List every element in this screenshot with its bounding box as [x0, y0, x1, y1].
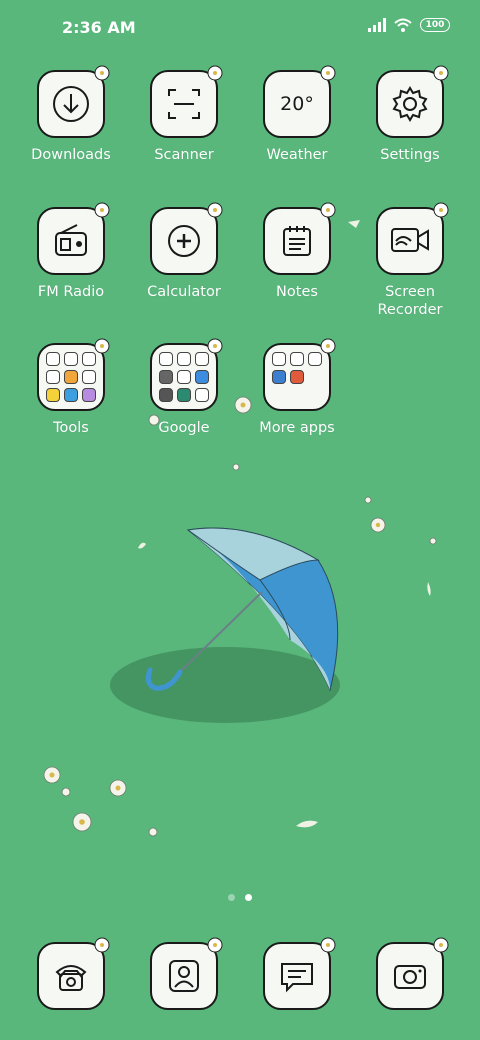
battery-indicator: 100: [420, 18, 450, 32]
app-settings[interactable]: Settings: [355, 65, 465, 164]
app-label: Downloads: [31, 147, 111, 163]
app-weather[interactable]: 20° Weather: [242, 65, 352, 164]
app-label: Settings: [380, 147, 440, 163]
flower-badge-icon: [433, 202, 449, 218]
dock-camera[interactable]: [355, 937, 465, 1010]
notes-icon: [283, 226, 311, 256]
folder-google[interactable]: Google: [129, 338, 239, 437]
flower-badge-icon: [207, 202, 223, 218]
flower-badge-icon: [207, 338, 223, 354]
app-label: Calculator: [147, 284, 221, 300]
flower-badge-icon: [320, 202, 336, 218]
app-scanner[interactable]: Scanner: [129, 65, 239, 164]
app-downloads[interactable]: Downloads: [16, 65, 126, 164]
dock-contacts[interactable]: [129, 937, 239, 1010]
dock-phone[interactable]: [16, 937, 126, 1010]
app-fm-radio[interactable]: FM Radio: [16, 202, 126, 301]
app-label: FM Radio: [37, 284, 105, 300]
tools-folder-icon: [46, 352, 96, 402]
messages-icon: [281, 963, 313, 993]
app-label: Google: [158, 420, 210, 436]
camera-icon: [394, 965, 426, 989]
app-label: Screen Recorder: [377, 284, 443, 318]
dock-messages[interactable]: [242, 937, 352, 1010]
more-apps-folder-icon: [272, 352, 322, 402]
flower-badge-icon: [320, 65, 336, 81]
flower-badge-icon: [94, 202, 110, 218]
app-label: More apps: [259, 420, 335, 436]
page-dot[interactable]: [228, 894, 235, 901]
wifi-icon: [394, 18, 412, 32]
flower-badge-icon: [433, 65, 449, 81]
flower-badge-icon: [320, 937, 336, 953]
signal-icon: [368, 18, 386, 32]
page-dot-active[interactable]: [245, 894, 252, 901]
app-notes[interactable]: Notes: [242, 202, 352, 301]
radio-icon: [55, 224, 87, 256]
app-label: Weather: [266, 147, 328, 163]
flower-badge-icon: [207, 65, 223, 81]
google-folder-icon: [159, 352, 209, 402]
flower-badge-icon: [94, 65, 110, 81]
weather-icon: 20°: [280, 93, 314, 115]
phone-icon: [55, 965, 87, 991]
app-screen-recorder[interactable]: Screen Recorder: [355, 202, 465, 319]
flower-badge-icon: [433, 937, 449, 953]
flower-badge-icon: [207, 937, 223, 953]
gear-icon: [392, 86, 428, 122]
folder-more-apps[interactable]: More apps: [242, 338, 352, 437]
contacts-icon: [169, 960, 199, 992]
app-label: Tools: [53, 420, 89, 436]
flower-badge-icon: [320, 338, 336, 354]
app-label: Notes: [276, 284, 318, 300]
app-label: Scanner: [154, 147, 214, 163]
status-time: 2:36 AM: [62, 18, 136, 37]
calculator-icon: [168, 225, 200, 257]
status-bar: 2:36 AM 100: [0, 0, 480, 56]
flower-badge-icon: [94, 937, 110, 953]
scanner-icon: [168, 89, 200, 119]
app-calculator[interactable]: Calculator: [129, 202, 239, 301]
flower-badge-icon: [94, 338, 110, 354]
download-icon: [53, 86, 89, 122]
folder-tools[interactable]: Tools: [16, 338, 126, 437]
screen-recorder-icon: [391, 228, 429, 252]
page-indicator: [0, 894, 480, 901]
